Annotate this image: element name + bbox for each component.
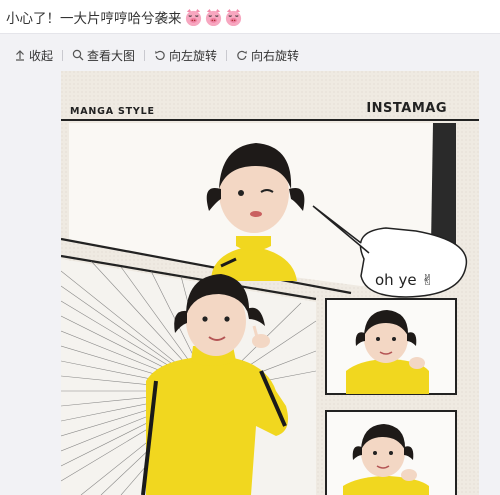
- speech-bubble-text: oh ye ✌: [375, 271, 434, 289]
- toolbar-divider: [62, 49, 64, 61]
- post-message: 小心了！一大片哼哼哈兮袭来: [6, 11, 182, 27]
- rotate-left-label: 向左旋转: [169, 48, 218, 63]
- manga-style-header: MANGA STYLE: [70, 106, 155, 117]
- toolbar-divider: [144, 49, 146, 61]
- collapse-button[interactable]: 收起: [14, 47, 53, 64]
- pig-face-icon: [205, 8, 221, 26]
- emoji-row: [184, 8, 244, 27]
- pig-face-icon: [185, 8, 201, 26]
- rotate-right-button[interactable]: 向右旋转: [236, 47, 299, 64]
- post-text: 小心了！一大片哼哼哈兮袭来: [6, 6, 244, 28]
- view-large-button[interactable]: 查看大图: [72, 47, 135, 64]
- image-toolbar: 收起 查看大图 向左旋转 向右旋转: [14, 46, 299, 64]
- manga-photo[interactable]: MANGA STYLE INSTAMAG oh ye ✌: [61, 71, 479, 495]
- pig-face-icon: [225, 8, 241, 26]
- instamag-header: INSTAMAG: [366, 101, 447, 116]
- toolbar-divider: [226, 49, 228, 61]
- rotate-right-label: 向右旋转: [251, 48, 300, 63]
- collapse-up-icon: [16, 50, 24, 61]
- rotate-left-button[interactable]: 向左旋转: [154, 47, 217, 64]
- media-card: 收起 查看大图 向左旋转 向右旋转 MANGA STYLE INSTAMAG o…: [0, 33, 500, 495]
- rotate-right-icon: [237, 50, 247, 60]
- view-large-label: 查看大图: [87, 48, 136, 63]
- collapse-label: 收起: [29, 48, 54, 63]
- rotate-left-icon: [155, 50, 165, 60]
- search-icon: [72, 49, 84, 61]
